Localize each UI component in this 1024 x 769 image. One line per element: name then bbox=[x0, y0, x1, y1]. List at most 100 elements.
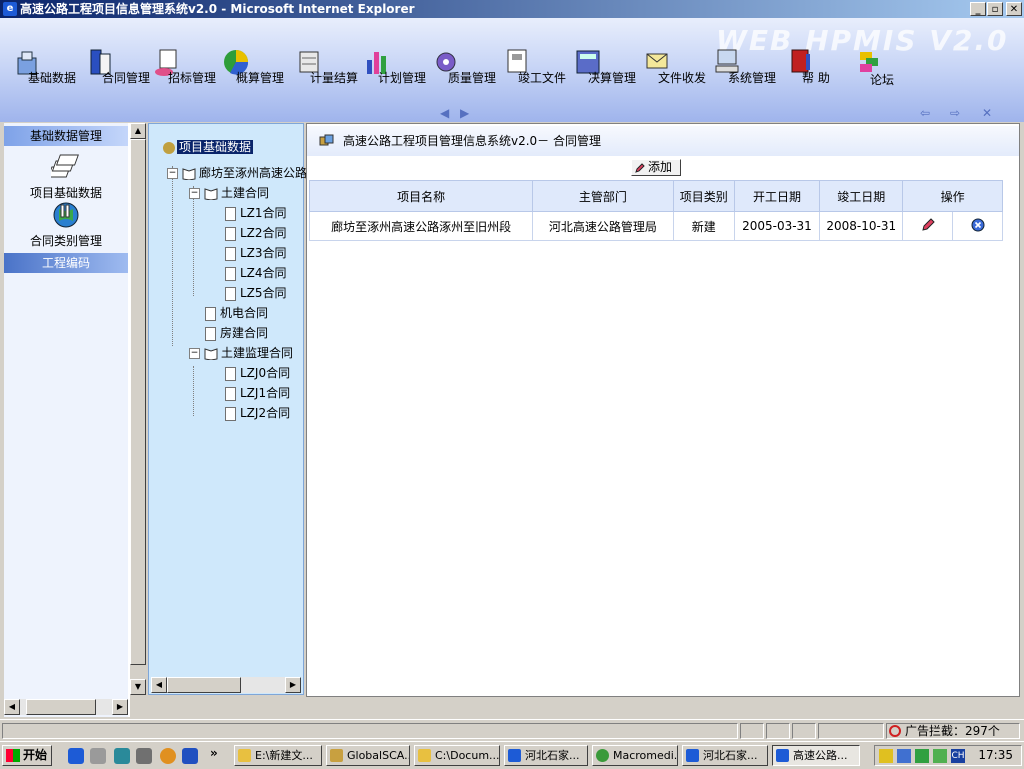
player-quicklaunch-icon[interactable] bbox=[182, 748, 198, 764]
cell-edit bbox=[902, 211, 954, 241]
tree-leaf-contract[interactable]: LZ4合同 bbox=[225, 264, 287, 282]
desktop-quicklaunch-icon[interactable] bbox=[90, 748, 106, 764]
add-button[interactable]: 添加 bbox=[631, 159, 681, 176]
sidebar-item-project-data[interactable]: 项目基础数据 bbox=[4, 153, 128, 201]
sidebar-section-engineering[interactable]: 工程编码 bbox=[4, 253, 128, 273]
globe-icon bbox=[53, 202, 79, 228]
tree-node-supervision[interactable]: − 土建监理合同 bbox=[189, 344, 293, 362]
start-button[interactable]: 开始 bbox=[2, 745, 52, 766]
tree-leaf-contract[interactable]: LZ3合同 bbox=[225, 244, 287, 262]
left-sidebar: 基础数据管理 项目基础数据 合同类别管理 工程编码 ◀ ▶ ▲ ▼ bbox=[4, 123, 146, 717]
tree-leaf-building[interactable]: 房建合同 bbox=[205, 324, 268, 342]
tree-horizontal-scrollbar[interactable]: ◀ ▶ bbox=[151, 677, 301, 693]
status-cell bbox=[766, 723, 790, 739]
media-quicklaunch-icon[interactable] bbox=[114, 748, 130, 764]
tree-node-civil[interactable]: − 土建合同 bbox=[189, 184, 269, 202]
task-button[interactable]: 河北石家... bbox=[504, 745, 588, 766]
toolbar-label: 文件收发 bbox=[658, 71, 707, 85]
forward-arrow-icon[interactable]: ⇨ bbox=[950, 106, 960, 120]
action-bar: 添加 bbox=[307, 158, 1019, 178]
window-title: 高速公路工程项目信息管理系统v2.0 - Microsoft Internet … bbox=[20, 2, 415, 16]
task-button[interactable]: GlobalSCA... bbox=[326, 745, 410, 766]
tree-leaf-contract[interactable]: LZ5合同 bbox=[225, 284, 287, 302]
more-quicklaunch[interactable]: » bbox=[210, 746, 218, 760]
sidebar-horizontal-scrollbar[interactable]: ◀ ▶ bbox=[4, 699, 128, 715]
scroll-thumb[interactable] bbox=[130, 139, 146, 665]
app-icon bbox=[330, 749, 343, 762]
close-button[interactable]: ✕ bbox=[1006, 2, 1022, 16]
tree-leaf-contract[interactable]: LZ1合同 bbox=[225, 204, 287, 222]
scroll-right-icon[interactable]: ▶ bbox=[460, 106, 469, 120]
minimize-button[interactable]: _ bbox=[970, 2, 986, 16]
ie-icon bbox=[686, 749, 699, 762]
sidebar-vertical-scrollbar[interactable]: ▲ ▼ bbox=[130, 123, 146, 717]
column-header[interactable]: 项目名称 bbox=[308, 180, 534, 212]
security-icon[interactable] bbox=[933, 749, 947, 763]
column-header[interactable]: 主管部门 bbox=[532, 180, 674, 212]
status-cell bbox=[792, 723, 816, 739]
delete-icon[interactable] bbox=[971, 218, 985, 232]
column-header[interactable]: 竣工日期 bbox=[819, 180, 904, 212]
toolbar-label: 系统管理 bbox=[728, 71, 777, 85]
taskbar: 开始 » E:\新建文... GlobalSCA... C:\Docum... … bbox=[0, 741, 1024, 769]
ad-block-counter[interactable]: 广告拦截：297个 bbox=[886, 723, 1020, 739]
scroll-thumb[interactable] bbox=[167, 677, 241, 693]
sidebar-section-basic[interactable]: 基础数据管理 bbox=[4, 126, 128, 146]
scroll-left-icon[interactable]: ◀ bbox=[440, 106, 449, 120]
folder-icon bbox=[238, 749, 251, 762]
scroll-left-button[interactable]: ◀ bbox=[151, 677, 167, 693]
page-icon bbox=[225, 406, 236, 421]
page-icon bbox=[225, 386, 236, 401]
collapse-icon[interactable]: − bbox=[189, 348, 200, 359]
exit-icon[interactable]: ✕ bbox=[982, 106, 992, 120]
column-header[interactable]: 开工日期 bbox=[733, 180, 821, 212]
sidebar-item-label: 合同类别管理 bbox=[29, 234, 102, 248]
page-icon bbox=[205, 326, 216, 341]
task-button[interactable]: C:\Docum... bbox=[414, 745, 500, 766]
collapse-icon[interactable]: − bbox=[189, 188, 200, 199]
scroll-down-button[interactable]: ▼ bbox=[130, 679, 146, 695]
ie-quicklaunch-icon[interactable] bbox=[68, 748, 84, 764]
task-button[interactable]: E:\新建文... bbox=[234, 745, 322, 766]
cell-delete bbox=[952, 211, 1003, 241]
sidebar-menu: 基础数据管理 项目基础数据 合同类别管理 工程编码 ◀ ▶ bbox=[4, 123, 128, 717]
maximize-button[interactable]: ▫ bbox=[987, 2, 1003, 16]
status-bar: 广告拦截：297个 bbox=[0, 719, 1024, 742]
tree-root[interactable]: 项目基础数据 bbox=[163, 138, 254, 156]
window-title-bar[interactable]: e 高速公路工程项目信息管理系统v2.0 - Microsoft Interne… bbox=[0, 0, 1024, 18]
back-arrow-icon[interactable]: ⇦ bbox=[920, 106, 930, 120]
app-banner: WEB HPMIS V2.0 基础数据 合同管理 招标管理 概算管理 计量结算 … bbox=[0, 18, 1024, 122]
page-icon bbox=[225, 226, 236, 241]
tree-leaf-contract[interactable]: LZJ1合同 bbox=[225, 384, 290, 402]
volume-icon[interactable] bbox=[879, 749, 893, 763]
scroll-left-button[interactable]: ◀ bbox=[4, 699, 20, 715]
sidebar-item-contract-types[interactable]: 合同类别管理 bbox=[4, 201, 128, 249]
app-quicklaunch-icon[interactable] bbox=[160, 748, 176, 764]
tree-leaf-contract[interactable]: LZ2合同 bbox=[225, 224, 287, 242]
task-button-active[interactable]: 高速公路... bbox=[772, 745, 860, 766]
column-header[interactable]: 项目类别 bbox=[672, 180, 735, 212]
add-button-label: 添加 bbox=[648, 160, 673, 174]
clock[interactable]: 17:35 bbox=[978, 746, 1013, 765]
language-indicator[interactable]: CH bbox=[951, 749, 965, 763]
network-quicklaunch-icon[interactable] bbox=[136, 748, 152, 764]
tree-leaf-contract[interactable]: LZJ2合同 bbox=[225, 404, 290, 422]
edit-pencil-icon[interactable] bbox=[921, 217, 935, 232]
pencil-icon bbox=[635, 163, 645, 173]
task-button[interactable]: Macromedi... bbox=[592, 745, 678, 766]
scroll-thumb[interactable] bbox=[26, 699, 96, 715]
scroll-up-button[interactable]: ▲ bbox=[130, 123, 146, 139]
windows-flag-icon bbox=[6, 749, 20, 762]
tree-leaf-mech[interactable]: 机电合同 bbox=[205, 304, 268, 322]
table-header-row: 项目名称 主管部门 项目类别 开工日期 竣工日期 操作 bbox=[308, 180, 1003, 212]
tree-node-project[interactable]: − 廊坊至涿州高速公路 bbox=[167, 164, 307, 182]
collapse-icon[interactable]: − bbox=[167, 168, 178, 179]
update-icon[interactable] bbox=[915, 749, 929, 763]
network-icon[interactable] bbox=[897, 749, 911, 763]
status-cell bbox=[818, 723, 884, 739]
scroll-right-button[interactable]: ▶ bbox=[285, 677, 301, 693]
table-row[interactable]: 廊坊至涿州高速公路涿州至旧州段 河北高速公路管理局 新建 2005-03-31 … bbox=[308, 211, 1003, 241]
task-button[interactable]: 河北石家... bbox=[682, 745, 768, 766]
scroll-right-button[interactable]: ▶ bbox=[112, 699, 128, 715]
tree-leaf-contract[interactable]: LZJ0合同 bbox=[225, 364, 290, 382]
